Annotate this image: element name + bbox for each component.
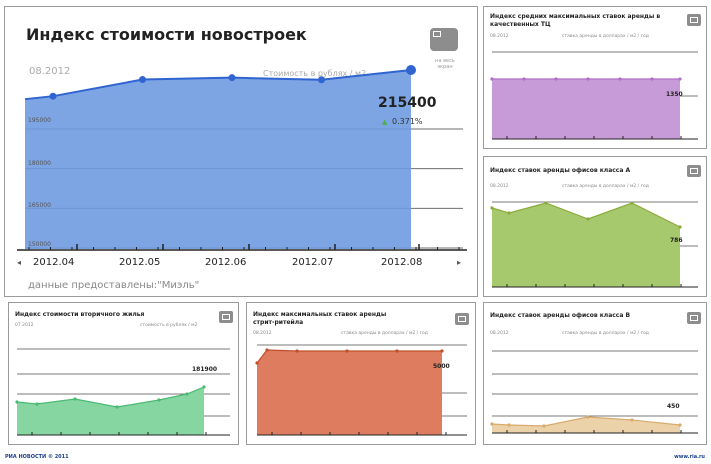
data-point — [115, 405, 119, 409]
data-point — [507, 211, 511, 215]
ytick-label: 180000 — [28, 160, 51, 167]
main-source-text: данные предоставлены:"Миэль" — [28, 280, 200, 291]
data-point — [678, 423, 682, 427]
data-point — [202, 385, 206, 389]
main-change-value: 0.371% — [392, 117, 423, 126]
main-chart-panel: Индекс стоимости новостроек 08.2012 Стои… — [4, 6, 478, 297]
data-point — [35, 402, 39, 406]
data-point — [490, 77, 494, 81]
footer-brand[interactable]: РИА НОВОСТИ © 2011 — [5, 454, 69, 460]
mini-chart-value: 5000 — [433, 363, 450, 370]
mini-panel-secondary: Индекс стоимости вторичного жилья 07.201… — [8, 302, 239, 445]
xtick-label: 2012.04 — [33, 257, 75, 268]
data-point — [544, 201, 548, 205]
data-area — [25, 70, 411, 249]
footer-url[interactable]: www.ria.ru — [674, 454, 705, 460]
mini-chart-value: 450 — [667, 403, 680, 410]
xtick-label: 2012.08 — [381, 257, 423, 268]
mini-chart-svg — [490, 201, 698, 288]
data-point — [185, 392, 189, 396]
mini-chart-svg — [255, 344, 467, 436]
data-point — [265, 348, 269, 352]
mini-chart-value: 181900 — [192, 366, 218, 373]
data-point — [630, 418, 634, 422]
data-point — [678, 77, 682, 81]
data-point — [15, 400, 19, 404]
mini-chart-value: 1350 — [666, 91, 683, 98]
main-change-arrow-icon: ▲ — [382, 118, 388, 126]
data-point — [228, 74, 236, 82]
data-point — [586, 217, 590, 221]
data-point — [522, 77, 526, 81]
xtick-label: 2012.07 — [292, 257, 334, 268]
ytick-label: 195000 — [28, 117, 51, 124]
data-point — [586, 77, 590, 81]
data-area — [492, 203, 680, 287]
data-point — [49, 92, 57, 100]
xtick-label: 2012.06 — [205, 257, 247, 268]
data-point — [630, 201, 634, 205]
data-point — [542, 424, 546, 428]
mini-panel-office-a: Индекс ставок аренды офисов класса А 08.… — [483, 156, 707, 297]
mini-chart-svg — [490, 51, 698, 140]
xtick-label: 2012.05 — [119, 257, 161, 268]
data-point — [318, 76, 325, 84]
mini-chart-value: 786 — [670, 237, 683, 244]
mini-panel-office-b: Индекс ставок аренды офисов класса В 08.… — [483, 302, 707, 445]
mini-panel-retail: Индекс средних максимальных ставок аренд… — [483, 6, 707, 149]
data-point — [255, 361, 259, 365]
data-point — [618, 77, 622, 81]
data-point — [395, 349, 399, 353]
data-point — [507, 423, 511, 427]
main-chart-svg — [17, 65, 467, 251]
data-point — [440, 349, 444, 353]
data-area — [257, 350, 442, 435]
data-point — [490, 206, 494, 210]
data-point — [678, 225, 682, 229]
ytick-label: 150000 — [28, 241, 51, 248]
data-point — [406, 65, 416, 75]
mini-chart-svg — [490, 350, 698, 434]
data-point — [295, 349, 299, 353]
data-point — [73, 397, 77, 401]
data-point — [650, 77, 654, 81]
data-point — [345, 349, 349, 353]
ytick-label: 165000 — [28, 202, 51, 209]
data-point — [490, 422, 494, 426]
data-point — [554, 77, 558, 81]
data-area — [492, 79, 680, 139]
nav-prev-icon[interactable]: ◂ — [17, 258, 21, 267]
data-point — [139, 76, 146, 84]
mini-panel-street: Индекс максимальных ставок аренды стрит-… — [246, 302, 476, 445]
nav-next-icon[interactable]: ▸ — [457, 258, 461, 267]
data-point — [157, 398, 161, 402]
mini-chart-svg — [15, 348, 230, 436]
main-current-value: 215400 — [378, 95, 437, 111]
data-point — [586, 415, 590, 419]
